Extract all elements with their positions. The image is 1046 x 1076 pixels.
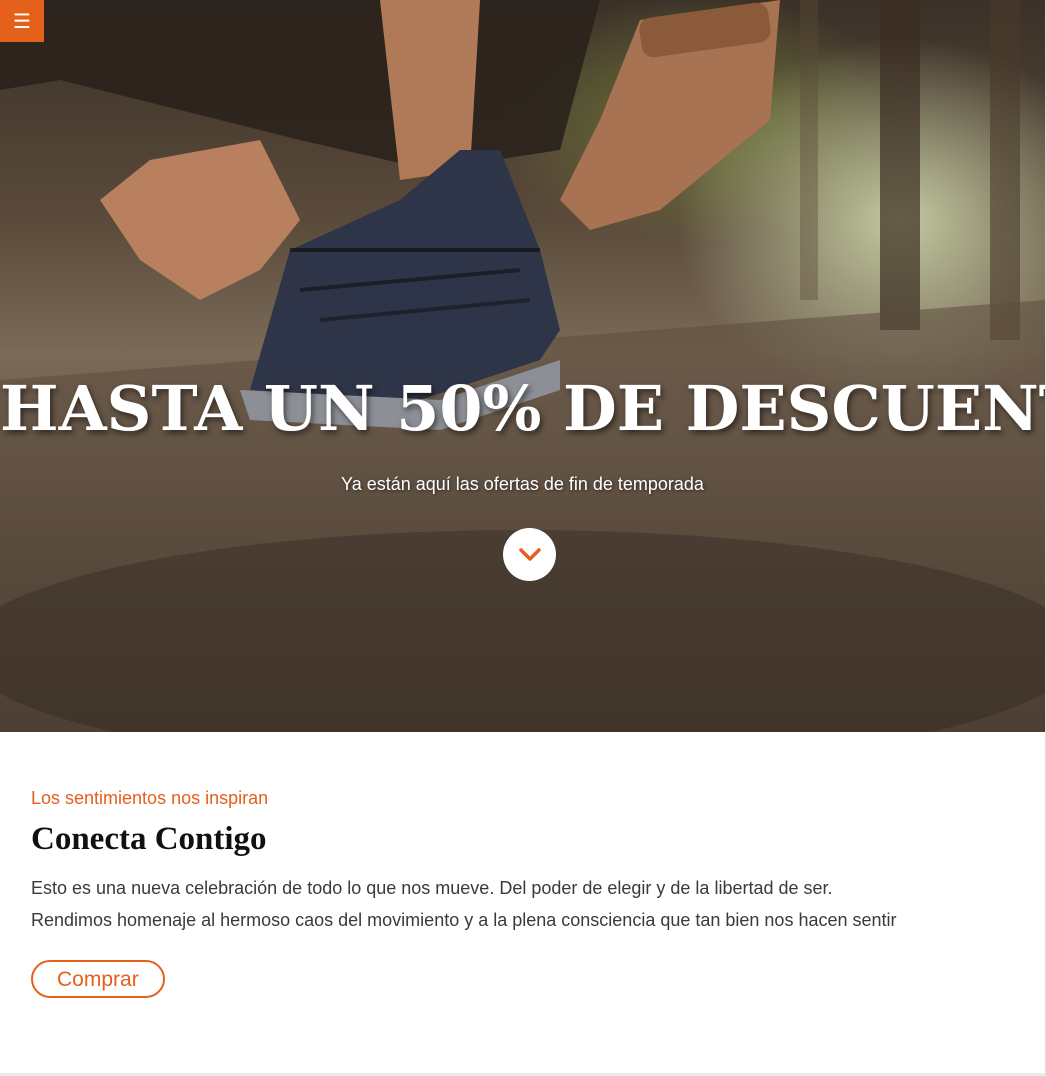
section-title: Conecta Contigo [31, 821, 267, 857]
chevron-down-icon [518, 547, 541, 561]
section-body: Esto es una nueva celebración de todo lo… [31, 878, 897, 930]
buy-button[interactable]: Comprar [31, 960, 165, 998]
menu-button[interactable]: ☰ [0, 0, 44, 42]
hero-subtitle: Ya están aquí las ofertas de fin de temp… [341, 474, 704, 494]
hero-background-image [0, 0, 1045, 732]
hamburger-icon: ☰ [13, 9, 31, 33]
scroll-down-button[interactable] [503, 528, 556, 581]
section-kicker: Los sentimientos nos inspiran [31, 788, 269, 808]
hero-title: HASTA UN 50% DE DESCUENTO [0, 372, 1045, 445]
feature-section: Los sentimientos nos inspiran Conecta Co… [31, 788, 931, 998]
hero-banner: HASTA UN 50% DE DESCUENTO Ya están aquí … [0, 0, 1045, 732]
